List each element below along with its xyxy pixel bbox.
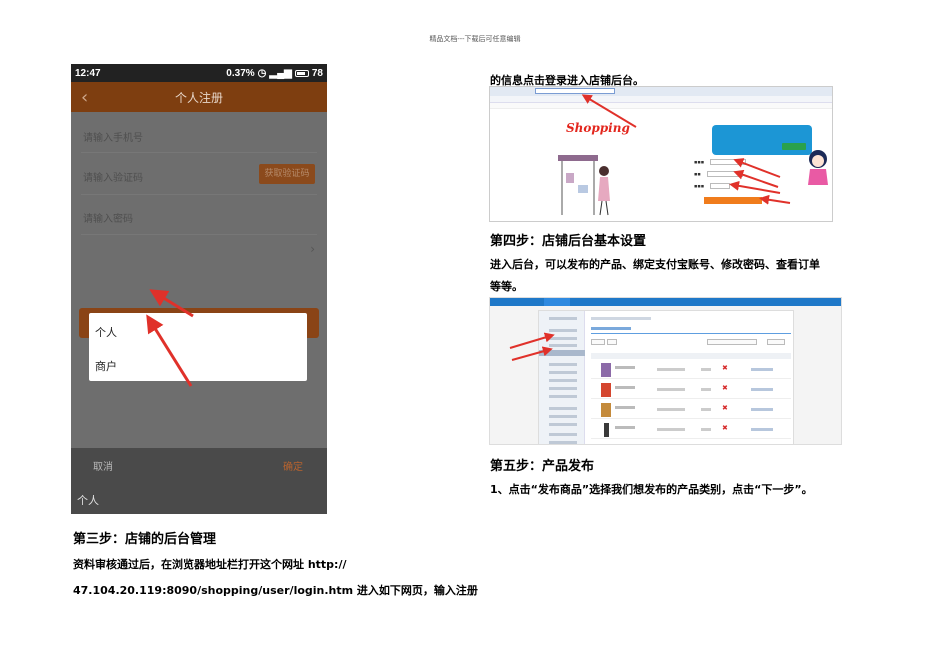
browser-login-screenshot: Shopping ▪▪▪ ▪▪ ▪▪▪ xyxy=(489,86,833,222)
step3-heading: 第三步：店铺的后台管理 xyxy=(73,532,217,547)
red-arrow-icon xyxy=(581,94,791,205)
step3-paragraph-line2: 47.104.20.119:8090/shopping/user/login.h… xyxy=(73,584,478,597)
phone-screenshot: 12:47 0.37% ◷ ▂▄▆ 78 ‹ 个人注册 请输入手机号 请输入验证… xyxy=(71,64,327,514)
step4-paragraph-line2: 等等。 xyxy=(490,280,523,293)
header-note: 精品文档---下载后可任意编辑 xyxy=(429,35,521,43)
step5-heading: 第五步：产品发布 xyxy=(490,459,595,474)
red-arrow-icon xyxy=(509,332,555,361)
red-arrow-icon xyxy=(146,289,194,387)
step4-heading: 第四步：店铺后台基本设置 xyxy=(490,234,647,249)
step3-paragraph-line1: 资料审核通过后，在浏览器地址栏打开这个网址 http:// xyxy=(73,558,347,571)
step5-paragraph-line1: 1、点击“发布商品”选择我们想发布的产品类别，点击“下一步”。 xyxy=(490,483,813,496)
step4-paragraph-line1: 进入后台，可以发布的产品、绑定支付宝账号、修改密码、查看订单 xyxy=(490,258,820,271)
admin-backend-screenshot: ✖ ✖ ✖ ✖ xyxy=(489,297,842,445)
